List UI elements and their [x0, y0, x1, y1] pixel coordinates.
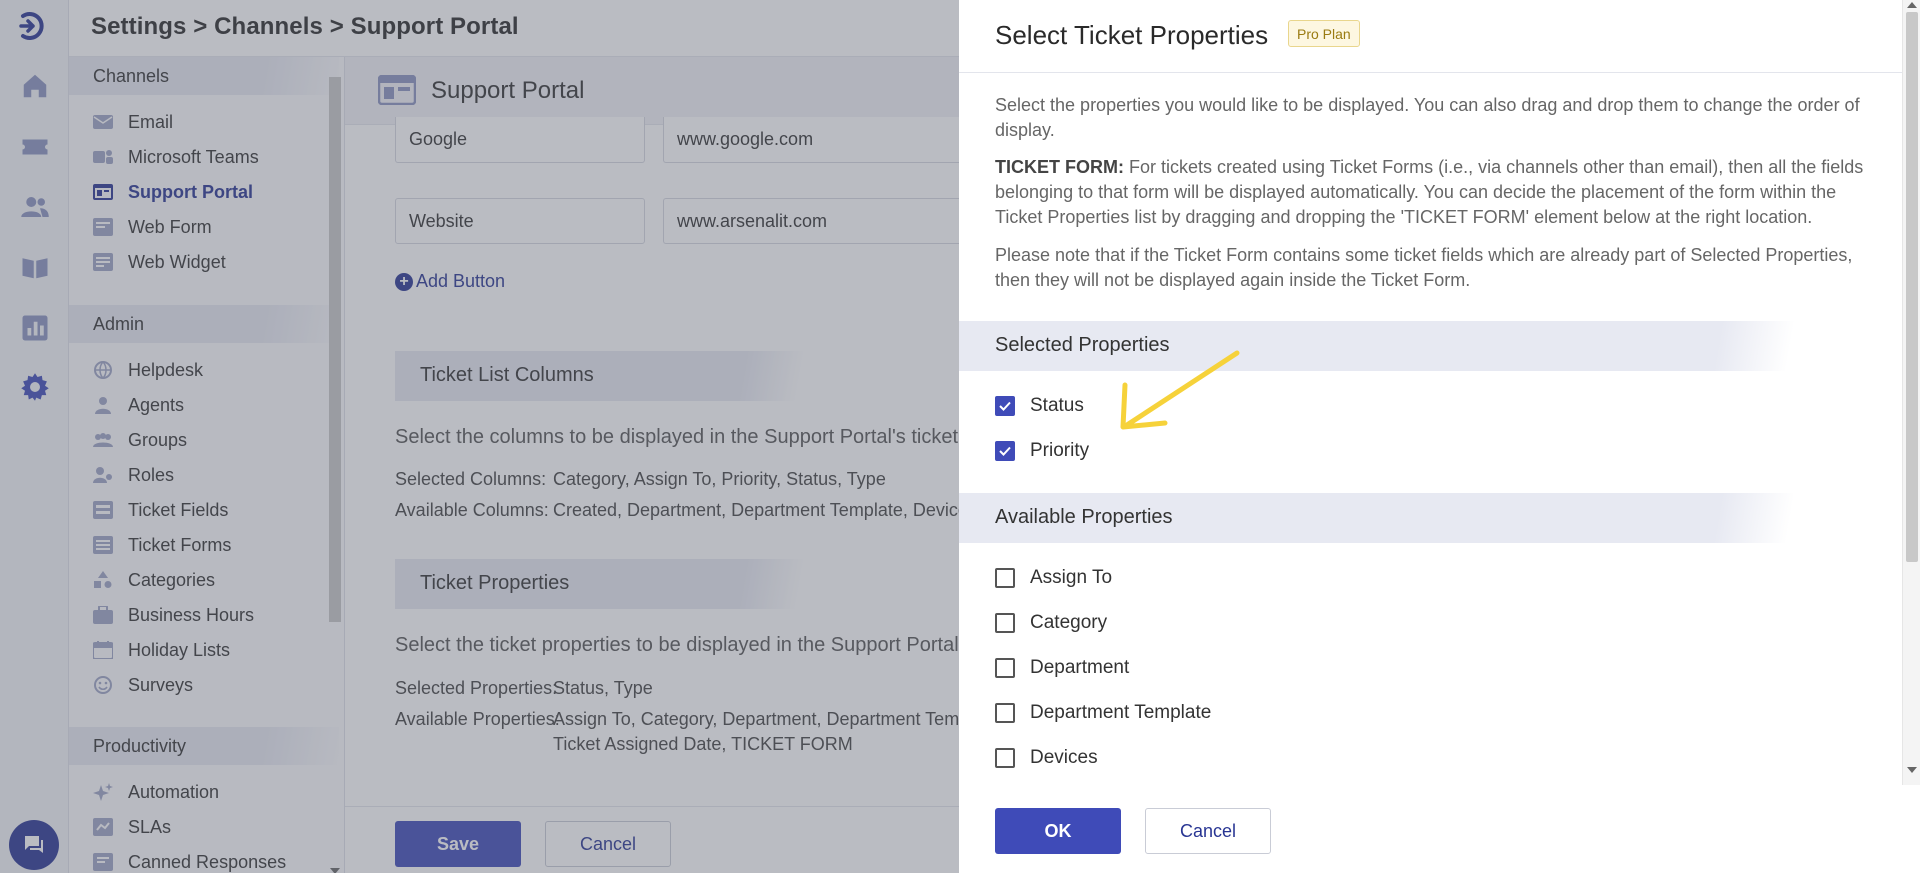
ticket-form-text: For tickets created using Ticket Forms (… — [995, 157, 1864, 227]
section-title: Available Properties — [995, 506, 1173, 528]
ok-button[interactable]: OK — [995, 808, 1121, 854]
property-devices[interactable]: Devices — [995, 745, 1098, 771]
property-category[interactable]: Category — [995, 610, 1107, 636]
checkbox-unchecked[interactable] — [995, 613, 1015, 633]
ticket-form-label: TICKET FORM: — [995, 157, 1124, 177]
annotation-arrow-icon — [1120, 350, 1240, 430]
panel-note: Please note that if the Ticket Form cont… — [995, 245, 1853, 290]
property-assign-to[interactable]: Assign To — [995, 565, 1112, 591]
select-ticket-properties-panel: Select Ticket Properties Pro Plan Select… — [959, 0, 1920, 873]
checkbox-checked[interactable] — [995, 441, 1015, 461]
checkbox-unchecked[interactable] — [995, 658, 1015, 678]
property-label: Priority — [1030, 440, 1090, 461]
checkbox-unchecked[interactable] — [995, 568, 1015, 588]
property-department-template[interactable]: Department Template — [995, 700, 1211, 726]
checkmark-icon — [999, 401, 1011, 411]
scroll-down-arrow-icon[interactable] — [1907, 767, 1917, 773]
property-department[interactable]: Department — [995, 655, 1129, 681]
checkmark-icon — [999, 446, 1011, 456]
checkbox-checked[interactable] — [995, 396, 1015, 416]
property-label: Department — [1030, 657, 1130, 678]
panel-scrollbar-thumb[interactable] — [1906, 12, 1918, 562]
property-priority[interactable]: Priority — [995, 438, 1089, 464]
panel-header: Select Ticket Properties Pro Plan — [959, 0, 1902, 73]
property-label: Devices — [1030, 747, 1098, 768]
ticket-form-note: TICKET FORM: For tickets created using T… — [995, 155, 1885, 230]
pro-plan-badge: Pro Plan — [1288, 20, 1360, 47]
checkbox-unchecked[interactable] — [995, 703, 1015, 723]
panel-cancel-button[interactable]: Cancel — [1145, 808, 1271, 854]
property-label: Assign To — [1030, 567, 1113, 588]
checkbox-unchecked[interactable] — [995, 748, 1015, 768]
scroll-up-arrow-icon[interactable] — [1907, 2, 1917, 8]
property-label: Status — [1030, 395, 1084, 416]
panel-scrollbar[interactable] — [1902, 0, 1920, 785]
property-status[interactable]: Status — [995, 393, 1084, 419]
modal-backdrop[interactable] — [0, 0, 959, 873]
property-label: Category — [1030, 612, 1108, 633]
panel-title: Select Ticket Properties — [995, 20, 1269, 50]
selected-properties-header: Selected Properties — [959, 321, 1859, 371]
panel-intro: Select the properties you would like to … — [995, 95, 1860, 140]
property-label: Department Template — [1030, 702, 1212, 723]
available-properties-header: Available Properties — [959, 493, 1859, 543]
